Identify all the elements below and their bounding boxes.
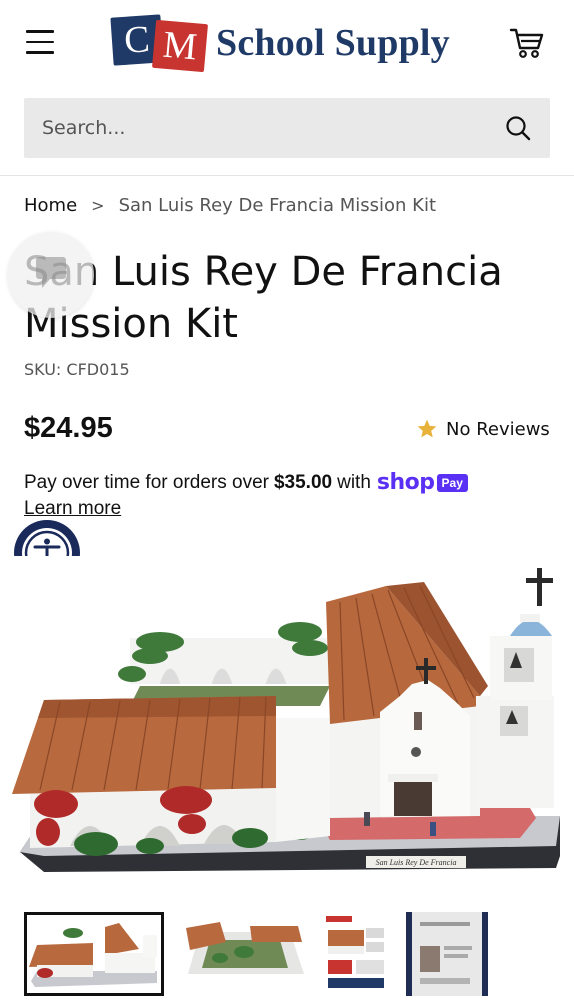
thumbnail-3[interactable]: [322, 912, 390, 996]
thumbnail-4[interactable]: [406, 912, 488, 996]
product-sku: SKU: CFD015: [24, 360, 130, 379]
shop-pay-installments: Pay over time for orders over $35.00 wit…: [24, 470, 468, 495]
breadcrumb-current: San Luis Rey De Francia Mission Kit: [118, 194, 436, 216]
breadcrumb: Home > San Luis Rey De Francia Mission K…: [24, 192, 436, 218]
thumbnail-1[interactable]: [24, 912, 164, 996]
breadcrumb-separator: >: [91, 195, 105, 215]
breadcrumb-home-link[interactable]: Home: [24, 195, 77, 216]
pay-text-after: with: [337, 471, 371, 493]
chat-icon[interactable]: [8, 232, 94, 318]
reviews-link[interactable]: No Reviews: [416, 418, 550, 440]
search-icon[interactable]: [504, 114, 532, 142]
product-main-image[interactable]: San Luis Rey De Francia: [0, 556, 574, 890]
logo-text: School Supply: [216, 22, 450, 64]
shopping-cart-icon[interactable]: [508, 24, 546, 62]
product-price: $24.95: [24, 412, 113, 444]
pay-threshold-amount: $35.00: [273, 471, 333, 493]
mission-plaque-label: San Luis Rey De Francia: [376, 858, 457, 867]
search-box: [24, 98, 550, 158]
star-icon: [417, 419, 437, 438]
pay-text-before: Pay over time for orders over: [24, 471, 269, 493]
logo-letter-m: M: [152, 19, 208, 73]
reviews-count: No Reviews: [446, 418, 550, 440]
thumbnail-2[interactable]: [180, 912, 308, 996]
search-bar-container: [0, 82, 574, 176]
logo-mark: C M: [110, 14, 208, 73]
shop-pay-logo: shop: [376, 470, 435, 495]
thumbnail-gallery: [24, 912, 550, 996]
shop-pay-badge: Pay: [436, 473, 468, 492]
site-logo[interactable]: C M School Supply: [110, 14, 450, 73]
learn-more-link[interactable]: Learn more: [24, 498, 121, 520]
search-input[interactable]: [24, 98, 494, 158]
hamburger-menu-icon[interactable]: [26, 30, 54, 56]
product-title: San Luis Rey De Francia Mission Kit: [24, 249, 503, 347]
site-header: C M School Supply: [0, 0, 574, 82]
